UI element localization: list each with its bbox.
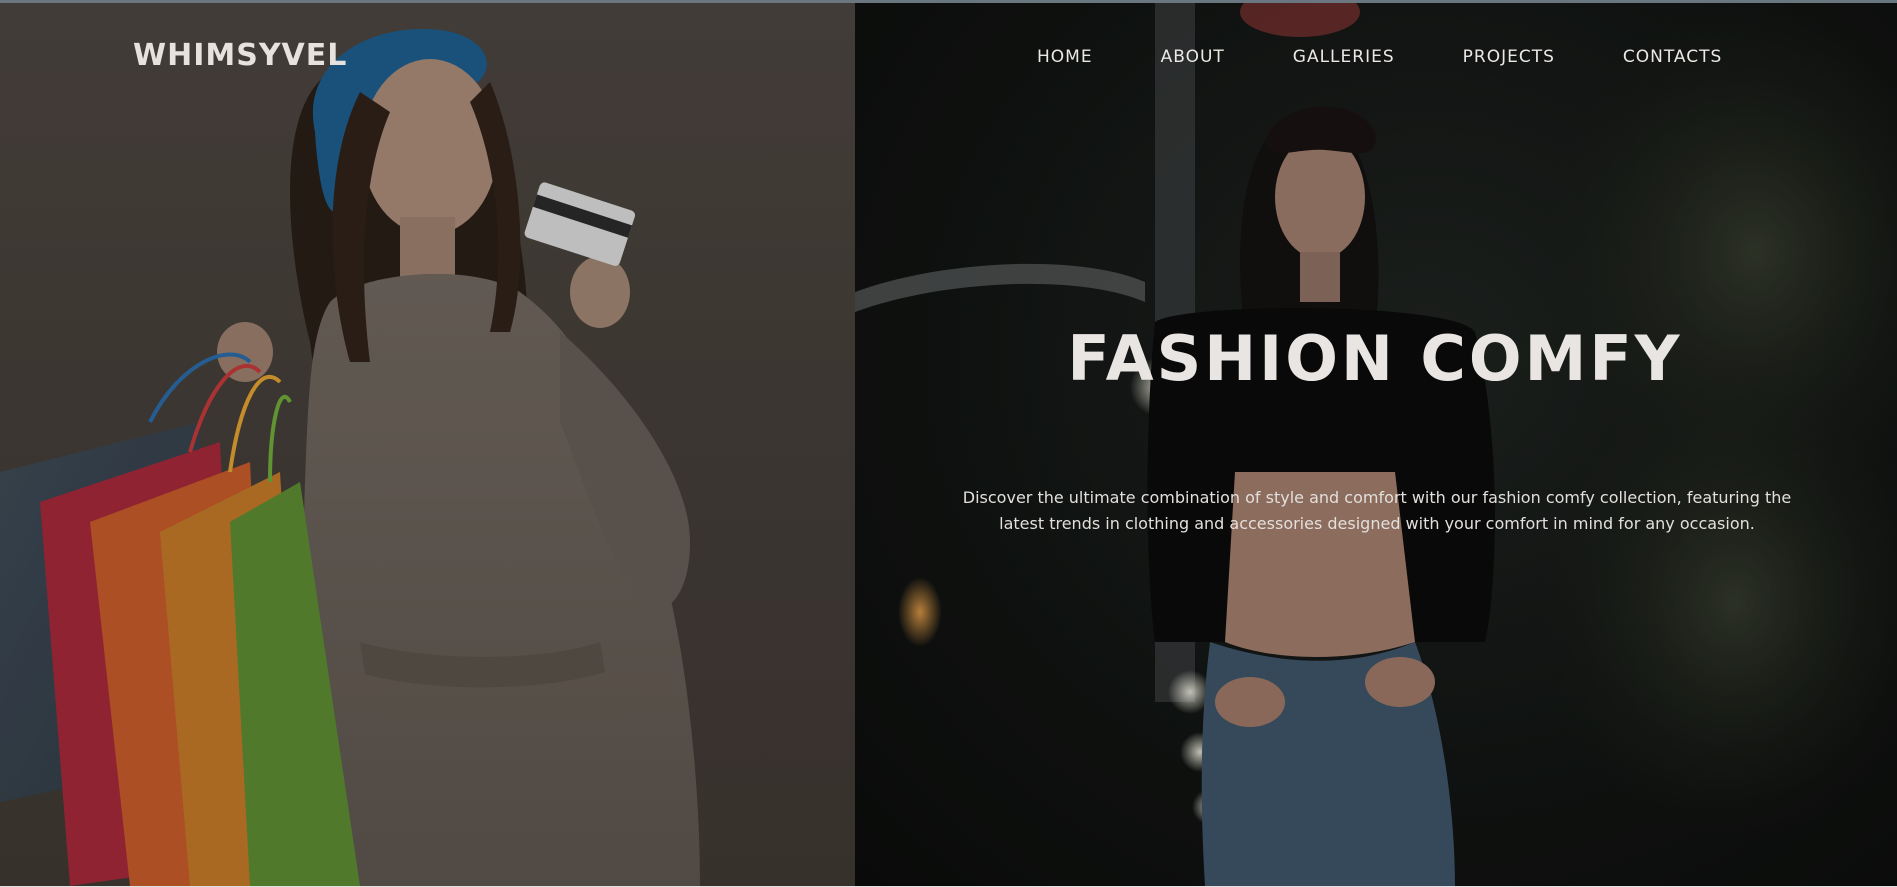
nav-item-about[interactable]: ABOUT — [1161, 47, 1225, 67]
hero-description: Discover the ultimate combination of sty… — [962, 488, 1792, 533]
shopping-woman-illustration — [0, 28, 700, 886]
brand-logo[interactable]: WHIMSYVEL — [133, 38, 347, 73]
nav-item-projects[interactable]: PROJECTS — [1463, 47, 1555, 67]
nav-item-contacts[interactable]: CONTACTS — [1623, 47, 1722, 67]
night-street-illustration — [855, 2, 1897, 886]
hero-image-left — [0, 2, 855, 886]
hero-image-right — [855, 2, 1897, 886]
nav-item-galleries[interactable]: GALLERIES — [1293, 47, 1395, 67]
hero-section: WHIMSYVEL HOME ABOUT GALLERIES PROJECTS … — [0, 0, 1897, 887]
hero-title: FASHION COMFY — [1067, 322, 1683, 395]
main-nav: HOME ABOUT GALLERIES PROJECTS CONTACTS — [1037, 47, 1722, 67]
top-border — [0, 0, 1897, 3]
nav-item-home[interactable]: HOME — [1037, 47, 1093, 67]
